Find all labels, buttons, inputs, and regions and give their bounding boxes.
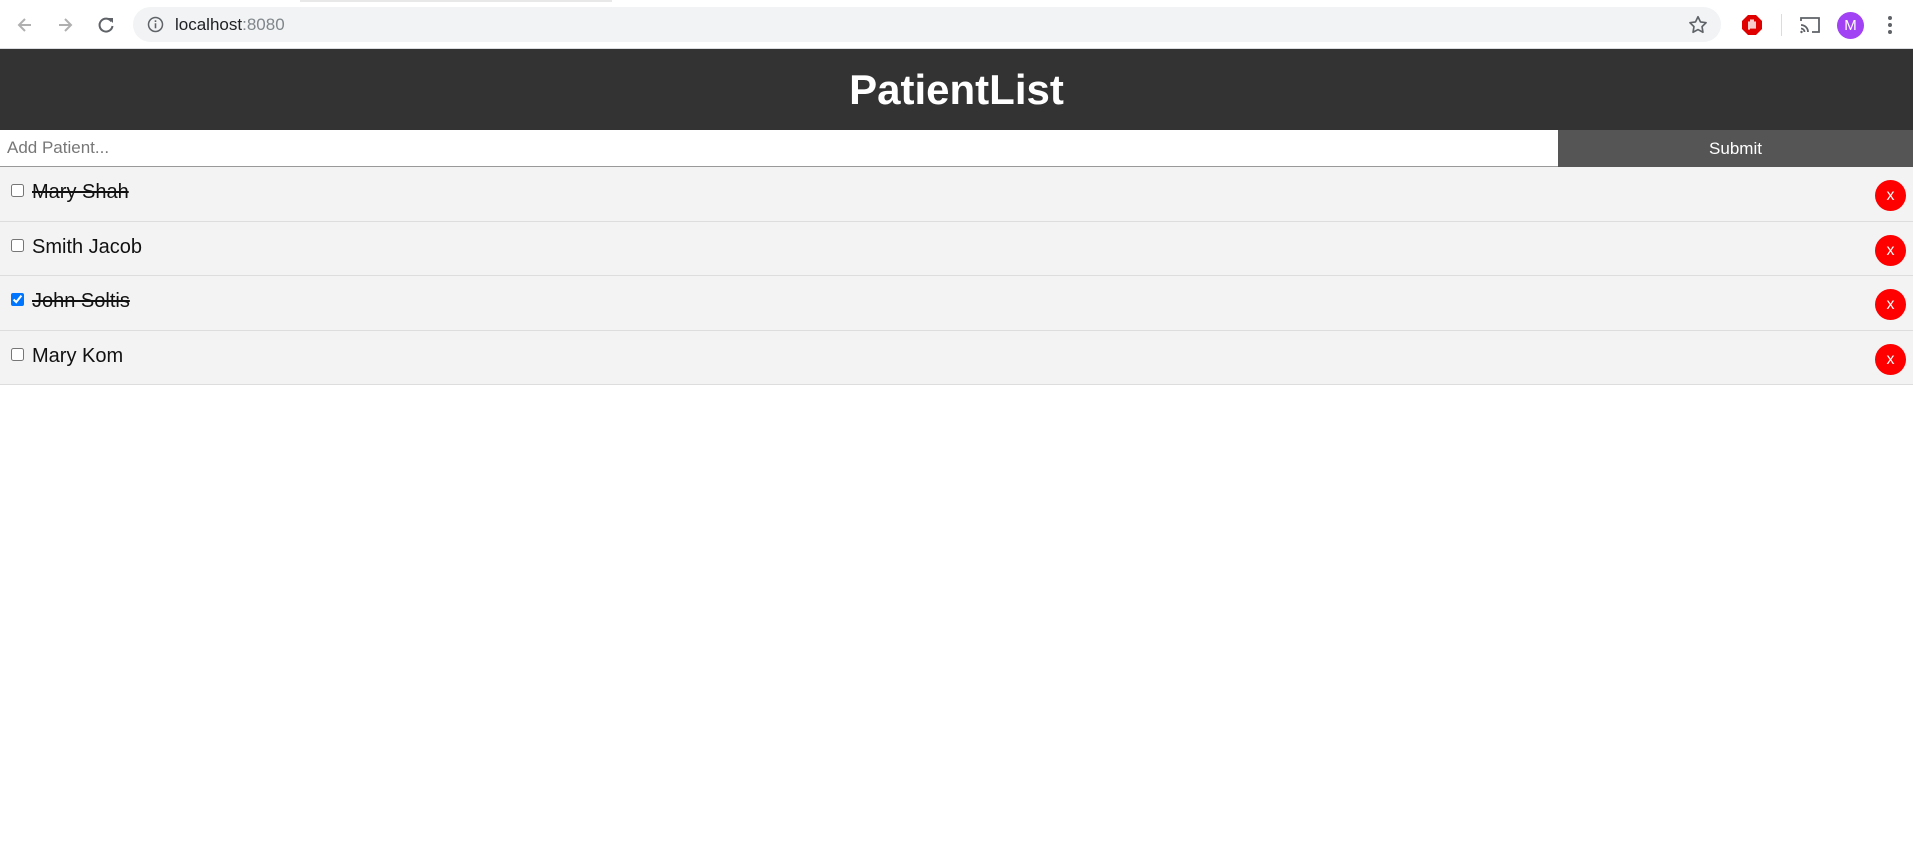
delete-button[interactable]: x xyxy=(1875,180,1906,211)
url-text[interactable]: localhost:8080 xyxy=(175,7,285,42)
patient-name: Smith Jacob xyxy=(32,235,143,258)
patient-checkbox[interactable] xyxy=(11,238,24,252)
extension-button[interactable] xyxy=(1737,10,1767,40)
patient-name: Mary Shah xyxy=(32,181,129,203)
patient-name: John Soltis xyxy=(32,290,130,312)
delete-button[interactable]: x xyxy=(1875,289,1906,320)
back-button[interactable] xyxy=(10,10,40,40)
patient-name: Mary Kom xyxy=(32,344,124,367)
delete-button[interactable]: x xyxy=(1875,234,1906,266)
address-bar[interactable]: localhost:8080 xyxy=(133,7,1721,42)
submit-button[interactable]: Submit xyxy=(1558,130,1913,167)
toolbar-divider xyxy=(1781,14,1782,36)
page-title: PatientList xyxy=(849,65,1064,113)
app-header: PatientList xyxy=(0,49,1913,130)
profile-avatar[interactable]: M xyxy=(1837,12,1864,39)
arrow-left-icon xyxy=(17,18,31,32)
delete-button[interactable]: x xyxy=(1875,343,1906,375)
patient-checkbox[interactable] xyxy=(11,347,24,361)
more-vert-icon xyxy=(1888,16,1892,34)
list-item: John Soltis x xyxy=(0,276,1913,331)
forward-button[interactable] xyxy=(50,10,80,40)
add-patient-input[interactable] xyxy=(0,130,1558,166)
stop-hand-icon xyxy=(1742,15,1762,35)
reload-button[interactable] xyxy=(91,10,121,40)
tab-loading-bar xyxy=(300,0,612,2)
reload-icon xyxy=(98,17,114,33)
url-port: :8080 xyxy=(242,15,285,34)
cast-button[interactable] xyxy=(1795,10,1825,40)
list-item: Smith Jacob x xyxy=(0,221,1913,276)
arrow-right-icon xyxy=(59,18,73,32)
add-patient-form: Submit xyxy=(0,130,1913,167)
list-item: Mary Shah x xyxy=(0,167,1913,222)
menu-button[interactable] xyxy=(1875,10,1905,40)
patient-checkbox[interactable] xyxy=(11,184,24,197)
url-host: localhost xyxy=(175,15,243,34)
info-icon[interactable] xyxy=(147,16,164,33)
cast-icon xyxy=(1800,17,1820,34)
star-icon[interactable] xyxy=(1687,14,1709,36)
patient-list: Mary Shah x Smith Jacob x John Soltis x … xyxy=(0,167,1913,385)
list-item: Mary Kom x xyxy=(0,330,1913,385)
patient-checkbox[interactable] xyxy=(11,293,24,306)
browser-toolbar: localhost:8080 M xyxy=(0,0,1913,49)
